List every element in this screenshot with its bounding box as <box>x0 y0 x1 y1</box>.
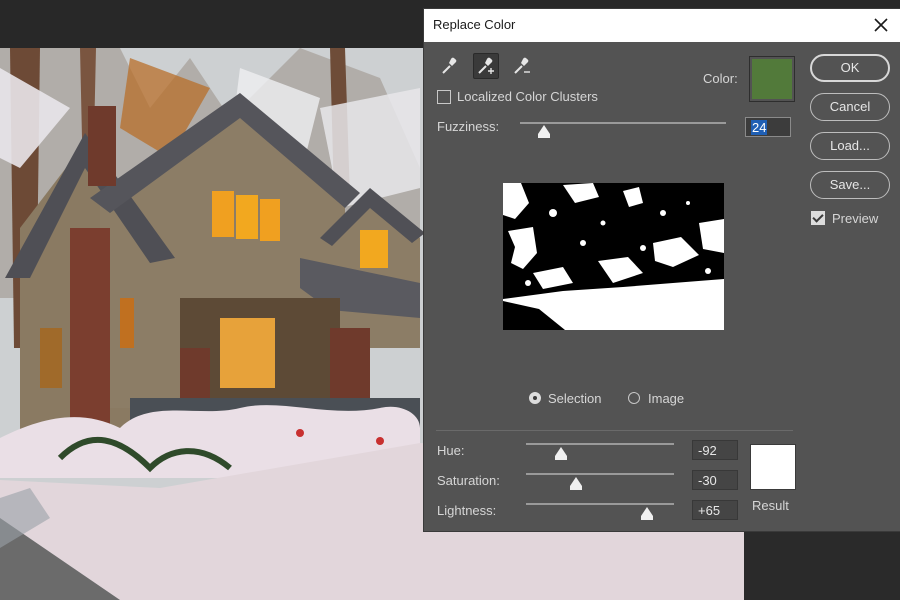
selected-color-fill <box>752 59 792 99</box>
fuzziness-input[interactable]: 24 <box>745 117 791 137</box>
selection-preview[interactable] <box>503 183 724 330</box>
lightness-label: Lightness: <box>437 503 497 518</box>
fuzziness-value: 24 <box>751 120 768 135</box>
close-icon[interactable] <box>870 14 892 36</box>
saturation-input[interactable]: -30 <box>692 470 738 490</box>
selected-color-swatch[interactable] <box>749 56 795 102</box>
selection-mask-image <box>503 183 724 330</box>
selection-radio[interactable] <box>529 392 541 404</box>
ok-button[interactable]: OK <box>810 54 890 82</box>
hue-slider-track[interactable] <box>526 443 674 445</box>
saturation-slider-track[interactable] <box>526 473 674 475</box>
saturation-label: Saturation: <box>437 473 500 488</box>
preview-checkbox[interactable] <box>811 211 825 225</box>
lightness-input[interactable]: +65 <box>692 500 738 520</box>
fuzziness-label: Fuzziness: <box>437 119 500 134</box>
dialog-title-bar[interactable]: Replace Color <box>424 9 900 42</box>
load-button[interactable]: Load... <box>810 132 890 160</box>
saturation-slider-thumb[interactable] <box>570 477 582 490</box>
result-color-swatch[interactable] <box>750 444 796 490</box>
image-radio-label: Image <box>648 391 685 406</box>
result-label: Result <box>752 498 789 513</box>
selection-radio-label: Selection <box>548 391 602 406</box>
section-divider <box>436 430 793 431</box>
cancel-button[interactable]: Cancel <box>810 93 890 121</box>
lightness-value: +65 <box>698 503 721 518</box>
localized-clusters-checkbox[interactable] <box>437 90 451 104</box>
preview-label: Preview <box>832 211 879 226</box>
saturation-value: -30 <box>698 473 717 488</box>
hue-value: -92 <box>698 443 717 458</box>
lightness-slider-track[interactable] <box>526 503 674 505</box>
hue-slider-thumb[interactable] <box>555 447 567 460</box>
hue-input[interactable]: -92 <box>692 440 738 460</box>
eyedropper-minus-icon[interactable] <box>510 54 534 78</box>
eyedropper-icon[interactable] <box>437 54 461 78</box>
image-radio[interactable] <box>628 392 640 404</box>
fuzziness-slider-track[interactable] <box>520 122 726 124</box>
dialog-title: Replace Color <box>433 17 516 32</box>
fuzziness-slider-thumb[interactable] <box>538 125 550 138</box>
color-label: Color: <box>703 71 738 86</box>
localized-clusters-label: Localized Color Clusters <box>457 89 598 104</box>
lightness-slider-thumb[interactable] <box>641 507 653 520</box>
eyedropper-plus-icon[interactable] <box>473 53 499 79</box>
replace-color-dialog: Replace Color Color: Localized Color Clu… <box>424 9 900 531</box>
save-button[interactable]: Save... <box>810 171 890 199</box>
hue-label: Hue: <box>437 443 465 458</box>
